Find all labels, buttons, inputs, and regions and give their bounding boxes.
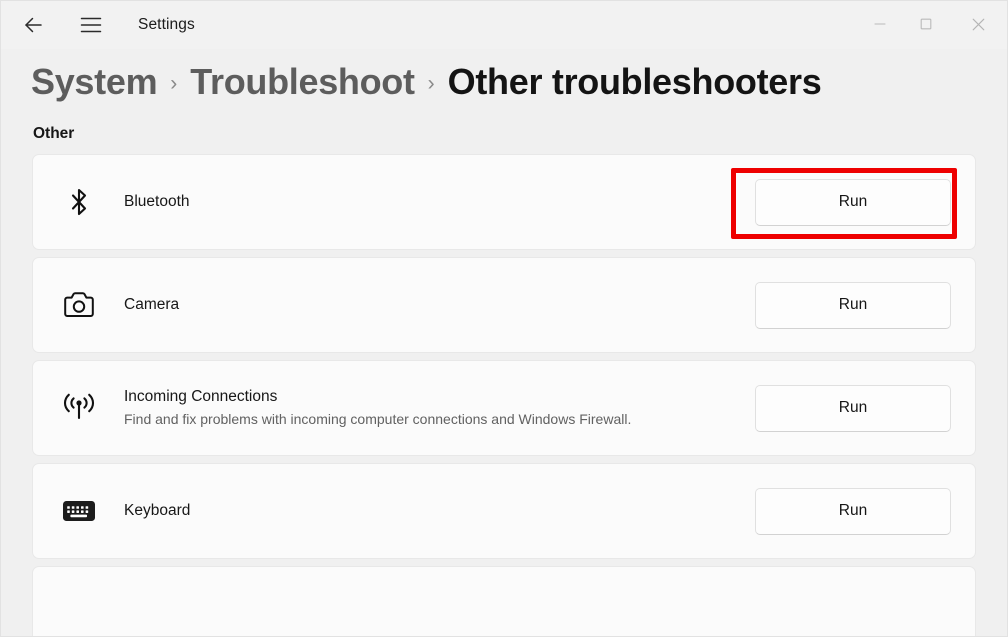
navigation-menu-button[interactable] (70, 4, 112, 46)
breadcrumb-item-system[interactable]: System (31, 61, 158, 103)
window-controls (857, 1, 1007, 47)
settings-window: Settings System › Troubleshoot › Other t… (0, 0, 1008, 637)
section-header-other: Other (33, 125, 75, 142)
minimize-button[interactable] (857, 1, 903, 47)
back-button[interactable] (12, 4, 54, 46)
breadcrumb: System › Troubleshoot › Other troublesho… (1, 49, 1007, 103)
troubleshooter-title: Bluetooth (124, 192, 190, 210)
close-icon (972, 18, 985, 31)
app-title: Settings (138, 16, 195, 33)
run-button-camera[interactable]: Run (755, 281, 951, 329)
troubleshooter-text-bluetooth: Bluetooth (124, 192, 755, 213)
troubleshooter-row-bluetooth[interactable]: Bluetooth Run (32, 154, 976, 250)
troubleshooter-title: Keyboard (124, 501, 191, 519)
breadcrumb-item-other-troubleshooters: Other troubleshooters (447, 61, 822, 102)
main-content: Other Bluetooth Run Camera Run Incoming … (1, 125, 1007, 636)
breadcrumb-item-troubleshoot[interactable]: Troubleshoot (190, 61, 415, 103)
hamburger-menu-icon (80, 16, 102, 34)
keyboard-icon (59, 498, 99, 524)
troubleshooter-text-keyboard: Keyboard (124, 501, 755, 522)
title-bar: Settings (1, 1, 1007, 49)
troubleshooter-row-next-partial[interactable] (32, 566, 976, 636)
breadcrumb-separator: › (170, 72, 178, 95)
troubleshooter-description: Find and fix problems with incoming comp… (124, 410, 632, 427)
troubleshooter-row-keyboard[interactable]: Keyboard Run (32, 463, 976, 559)
troubleshooter-text-camera: Camera (124, 295, 755, 316)
maximize-icon (920, 18, 932, 30)
breadcrumb-separator: › (427, 72, 435, 95)
run-button-bluetooth[interactable]: Run (755, 178, 951, 226)
run-button-keyboard[interactable]: Run (755, 487, 951, 535)
minimize-icon (874, 18, 886, 30)
troubleshooter-row-incoming-connections[interactable]: Incoming Connections Find and fix proble… (32, 360, 976, 456)
camera-icon (59, 291, 99, 319)
maximize-button[interactable] (903, 1, 949, 47)
close-button[interactable] (949, 1, 1007, 47)
troubleshooter-row-camera[interactable]: Camera Run (32, 257, 976, 353)
run-button-incoming-connections[interactable]: Run (755, 384, 951, 432)
incoming-connections-icon (59, 393, 99, 423)
troubleshooter-text-incoming-connections: Incoming Connections Find and fix proble… (124, 387, 755, 429)
troubleshooter-title: Camera (124, 295, 180, 313)
bluetooth-icon (59, 186, 99, 218)
troubleshooter-title: Incoming Connections (124, 387, 278, 405)
arrow-left-icon (22, 14, 44, 36)
